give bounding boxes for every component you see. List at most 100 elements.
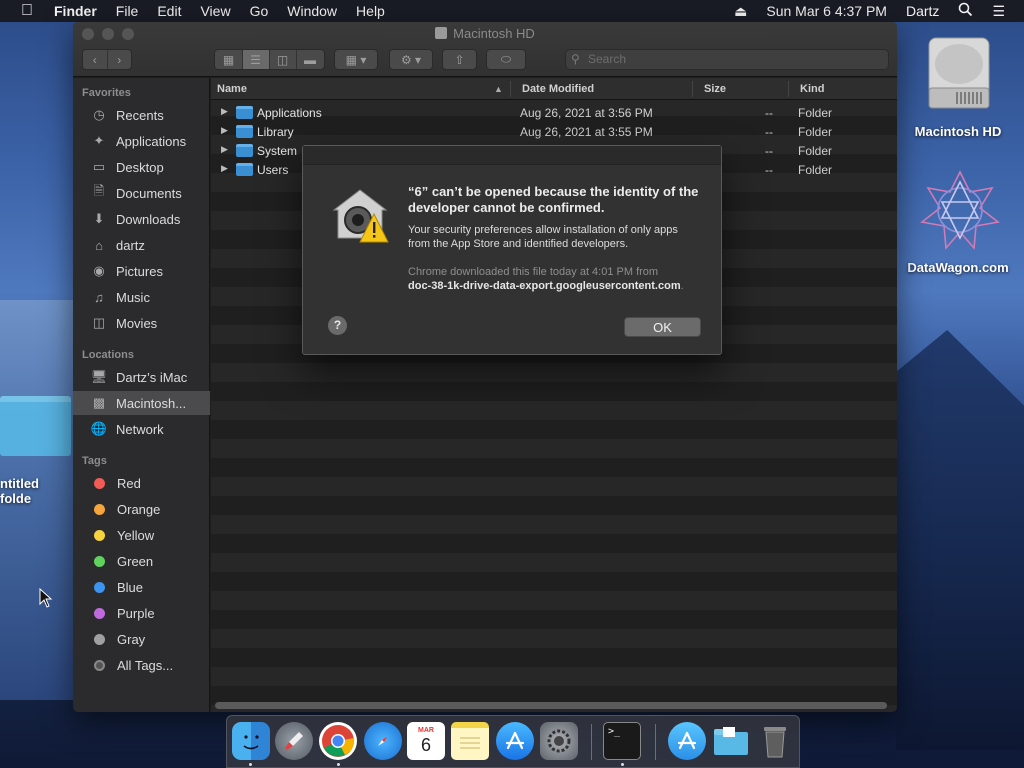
notes-icon[interactable] xyxy=(451,722,489,760)
notification-center-icon[interactable]: ☰ xyxy=(992,3,1005,20)
gallery-view-button[interactable]: ▬ xyxy=(297,50,324,69)
menu-user[interactable]: Dartz xyxy=(906,3,939,19)
dialog-message: Your security preferences allow installa… xyxy=(408,224,678,250)
menu-file[interactable]: File xyxy=(116,3,139,19)
menu-clock[interactable]: Sun Mar 6 4:37 PM xyxy=(766,3,887,19)
column-divider[interactable] xyxy=(510,81,511,97)
sidebar-tag-green[interactable]: Green xyxy=(73,549,210,573)
locations-header: Locations xyxy=(82,349,134,361)
share-button[interactable]: ⇧ xyxy=(442,49,477,70)
menu-app-name[interactable]: Finder xyxy=(54,3,97,19)
sidebar-tag-orange[interactable]: Orange xyxy=(73,497,210,521)
tags-button[interactable]: ⬭ xyxy=(486,49,526,70)
search-icon: ⚲ xyxy=(571,52,580,66)
ok-button[interactable]: OK xyxy=(624,317,701,337)
macintosh-hd-desktop-icon[interactable] xyxy=(923,34,995,112)
dock: MAR 6 >_ xyxy=(226,715,800,768)
trash-icon[interactable] xyxy=(756,722,794,760)
row-size: -- xyxy=(765,106,773,120)
gray-tag-dot xyxy=(94,633,105,645)
menu-window[interactable]: Window xyxy=(287,3,337,19)
downloads-folder-icon[interactable] xyxy=(712,722,750,760)
column-divider[interactable] xyxy=(788,81,789,97)
menu-help[interactable]: Help xyxy=(356,3,385,19)
sidebar-item-downloads[interactable]: ⬇ Downloads xyxy=(73,207,210,231)
row-kind: Folder xyxy=(798,144,833,158)
sidebar: Favorites ◷ Recents ✦ Applications ▭ Deskto… xyxy=(73,78,210,712)
sidebar-all-tags[interactable]: All Tags... xyxy=(73,653,210,677)
purple-tag-dot xyxy=(94,607,105,619)
table-row[interactable]: ▶ Applications Aug 26, 2021 at 3:56 PM -… xyxy=(211,103,897,122)
terminal-icon[interactable]: >_ xyxy=(603,722,641,760)
finder-icon[interactable] xyxy=(232,722,270,760)
sidebar-item-documents[interactable]: 🗎 Documents xyxy=(73,181,210,205)
dialog-title-bar xyxy=(303,146,721,165)
sidebar-item-recents[interactable]: ◷ Recents xyxy=(73,103,210,127)
group-button[interactable]: ▦ ▾ xyxy=(334,49,378,70)
sidebar-item-network[interactable]: 🌐 Network xyxy=(73,417,210,441)
sidebar-item-applications[interactable]: ✦ Applications xyxy=(73,129,210,153)
dialog-source-url: doc-38-1k-drive-data-export.googleuserco… xyxy=(408,280,681,292)
apple-icon[interactable]:  xyxy=(16,2,38,20)
horizontal-scrollbar[interactable] xyxy=(215,702,887,709)
table-row[interactable]: ▶ Library Aug 26, 2021 at 3:55 PM -- Fol… xyxy=(211,122,897,141)
untitled-folder-label[interactable]: ntitled folde xyxy=(0,476,72,506)
menu-view[interactable]: View xyxy=(200,3,230,19)
applications-folder-icon[interactable] xyxy=(668,722,706,760)
view-mode-control: ▦ ☰ ◫ ▬ xyxy=(214,49,325,70)
safari-icon[interactable] xyxy=(364,722,402,760)
disclosure-triangle-icon[interactable]: ▶ xyxy=(221,144,228,155)
disclosure-triangle-icon[interactable]: ▶ xyxy=(221,125,228,136)
disclosure-triangle-icon[interactable]: ▶ xyxy=(221,106,228,117)
search-input[interactable]: Search xyxy=(565,49,889,70)
sidebar-tag-blue[interactable]: Blue xyxy=(73,575,210,599)
clock-icon: ◷ xyxy=(93,107,105,122)
calendar-icon[interactable]: MAR 6 xyxy=(407,722,445,760)
sidebar-item-macintosh-hd[interactable]: ▩ Macintosh... xyxy=(73,391,210,415)
running-indicator xyxy=(337,763,340,766)
datawagon-label[interactable]: DataWagon.com xyxy=(900,260,1016,275)
sidebar-item-home[interactable]: ⌂ dartz xyxy=(73,233,210,257)
blue-tag-dot xyxy=(94,581,105,593)
help-button[interactable]: ? xyxy=(328,316,347,335)
row-date: Aug 26, 2021 at 3:56 PM xyxy=(520,106,653,120)
system-preferences-icon[interactable] xyxy=(540,722,578,760)
sidebar-tag-red[interactable]: Red xyxy=(73,471,210,495)
spotlight-icon[interactable] xyxy=(958,2,973,20)
icon-view-button[interactable]: ▦ xyxy=(216,50,243,69)
sidebar-item-music[interactable]: ♫ Music xyxy=(73,285,210,309)
menu-bar:  Finder File Edit View Go Window Help ⏏… xyxy=(0,0,1024,22)
dock-separator xyxy=(591,724,592,760)
column-kind[interactable]: Kind xyxy=(800,83,824,95)
gatekeeper-alert-dialog: “6” can’t be opened because the identity… xyxy=(302,145,722,355)
chrome-icon[interactable] xyxy=(319,722,357,760)
forward-button[interactable]: › xyxy=(108,50,132,69)
column-divider[interactable] xyxy=(692,81,693,97)
untitled-folder-icon[interactable] xyxy=(0,396,71,456)
app-store-icon[interactable] xyxy=(496,722,534,760)
eject-icon[interactable]: ⏏ xyxy=(734,3,747,20)
imac-icon: 🖥 xyxy=(90,369,108,384)
calendar-day: 6 xyxy=(420,735,431,755)
menu-go[interactable]: Go xyxy=(250,3,269,19)
sidebar-tag-gray[interactable]: Gray xyxy=(73,627,210,651)
back-button[interactable]: ‹ xyxy=(83,50,108,69)
dock-separator xyxy=(655,724,656,760)
sidebar-item-imac[interactable]: 🖥 Dartz’s iMac xyxy=(73,365,210,389)
sidebar-tag-yellow[interactable]: Yellow xyxy=(73,523,210,547)
datawagon-desktop-icon[interactable] xyxy=(918,170,1002,250)
sidebar-item-movies[interactable]: ◫ Movies xyxy=(73,311,210,335)
action-gear-button[interactable]: ⚙ ▾ xyxy=(389,49,433,70)
column-date-modified[interactable]: Date Modified xyxy=(522,83,594,95)
launchpad-icon[interactable] xyxy=(275,722,313,760)
list-view-button[interactable]: ☰ xyxy=(242,50,270,69)
sidebar-item-pictures[interactable]: ◉ Pictures xyxy=(73,259,210,283)
menu-edit[interactable]: Edit xyxy=(157,3,181,19)
sidebar-tag-purple[interactable]: Purple xyxy=(73,601,210,625)
column-size[interactable]: Size xyxy=(704,83,726,95)
disclosure-triangle-icon[interactable]: ▶ xyxy=(221,163,228,174)
sidebar-item-desktop[interactable]: ▭ Desktop xyxy=(73,155,210,179)
macintosh-hd-label[interactable]: Macintosh HD xyxy=(900,124,1016,139)
column-view-button[interactable]: ◫ xyxy=(270,50,297,69)
column-name[interactable]: Name xyxy=(217,83,247,95)
